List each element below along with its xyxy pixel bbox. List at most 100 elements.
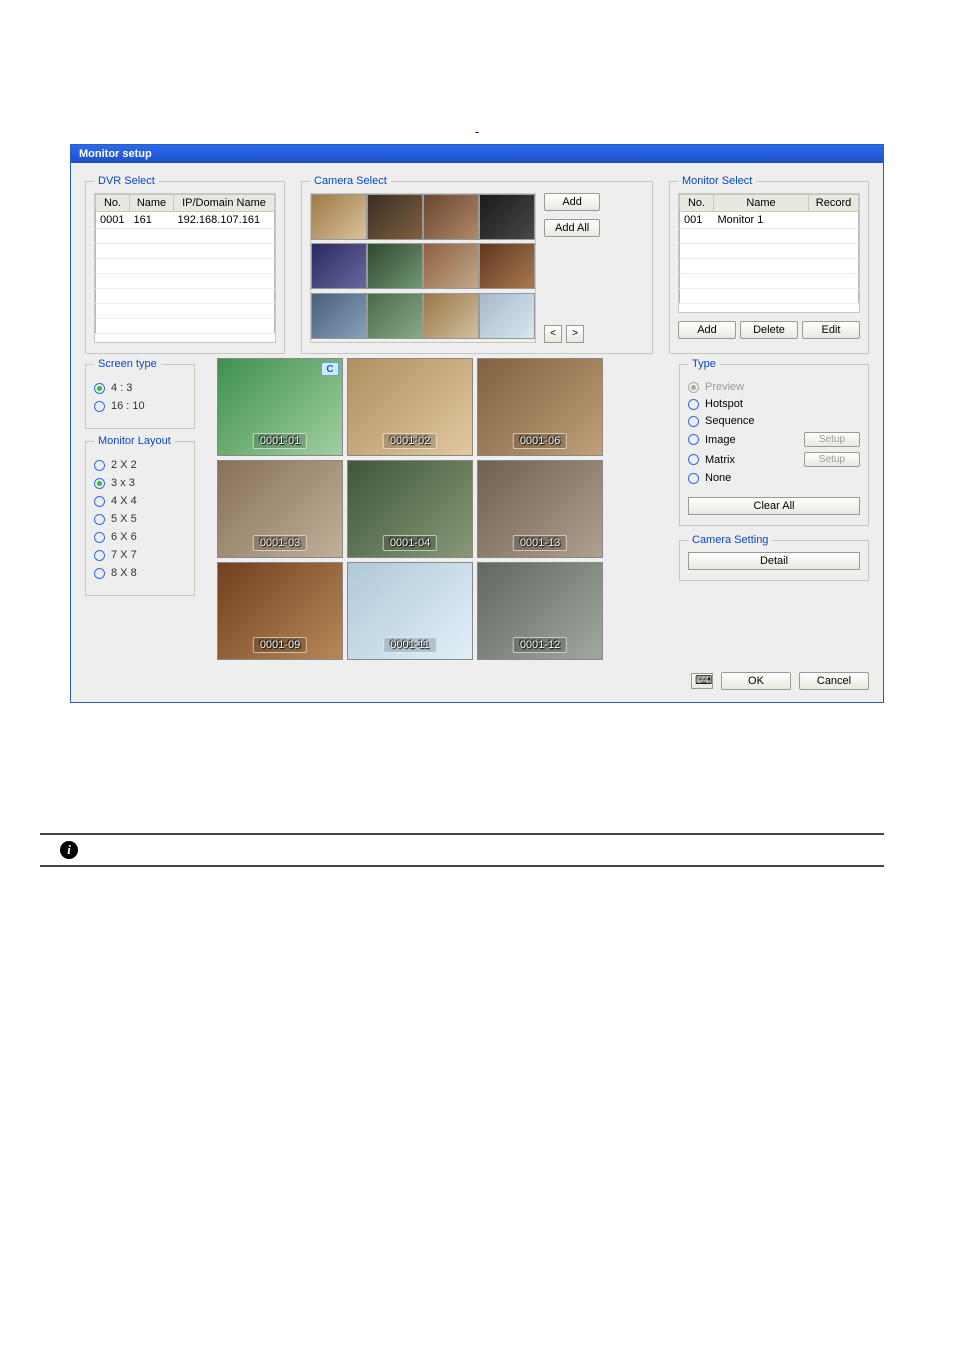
radio-label: 16 : 10 bbox=[111, 400, 145, 412]
preview-cell[interactable]: 0001-09 bbox=[217, 562, 343, 660]
monitor-edit-button[interactable]: Edit bbox=[802, 321, 860, 339]
radio-icon bbox=[688, 473, 699, 484]
monitor-layout-option[interactable]: 8 X 8 bbox=[94, 567, 186, 579]
monitor-layout-option[interactable]: 7 X 7 bbox=[94, 549, 186, 561]
monitor-delete-button[interactable]: Delete bbox=[740, 321, 798, 339]
camera-thumb[interactable] bbox=[479, 243, 535, 289]
camera-thumb[interactable] bbox=[311, 243, 367, 289]
table-row[interactable]: 0001 161 192.168.107.161 bbox=[96, 212, 275, 229]
radio-icon bbox=[688, 416, 699, 427]
radio-label: None bbox=[705, 472, 731, 484]
monitor-table[interactable]: No. Name Record 001 Monitor 1 bbox=[678, 193, 860, 313]
monitor-layout-option[interactable]: 5 X 5 bbox=[94, 513, 186, 525]
detail-button[interactable]: Detail bbox=[688, 552, 860, 570]
camera-thumb[interactable] bbox=[479, 293, 535, 339]
monitor-setup-dialog: Monitor setup DVR Select No. Name IP/Dom… bbox=[70, 144, 884, 703]
preview-cell[interactable]: 0001-02 bbox=[347, 358, 473, 456]
radio-label: 7 X 7 bbox=[111, 549, 137, 561]
radio-label: Matrix bbox=[705, 454, 735, 466]
setup-button[interactable]: Setup bbox=[804, 432, 860, 447]
monitor-select-legend: Monitor Select bbox=[678, 175, 756, 187]
radio-label: 4 : 3 bbox=[111, 382, 132, 394]
dvr-select-legend: DVR Select bbox=[94, 175, 159, 187]
camera-thumb[interactable] bbox=[423, 194, 479, 240]
preview-cell-label: 0001-13 bbox=[513, 535, 567, 551]
camera-thumb[interactable] bbox=[311, 194, 367, 240]
radio-label: 4 X 4 bbox=[111, 495, 137, 507]
radio-icon bbox=[688, 454, 699, 465]
cancel-button[interactable]: Cancel bbox=[799, 672, 869, 690]
camera-thumb[interactable] bbox=[423, 293, 479, 339]
setup-button[interactable]: Setup bbox=[804, 452, 860, 467]
radio-icon bbox=[688, 434, 699, 445]
type-option[interactable]: Matrix Setup bbox=[688, 452, 860, 467]
radio-label: Preview bbox=[705, 381, 744, 393]
camera-thumb[interactable] bbox=[367, 194, 423, 240]
monitor-layout-group: Monitor Layout 2 X 23 x 34 X 45 X 56 X 6… bbox=[85, 435, 195, 596]
monitor-layout-option[interactable]: 6 X 6 bbox=[94, 531, 186, 543]
type-option[interactable]: Image Setup bbox=[688, 432, 860, 447]
preview-cell-label: 0001-06 bbox=[513, 433, 567, 449]
camera-thumb[interactable] bbox=[367, 243, 423, 289]
screen-type-option[interactable]: 4 : 3 bbox=[94, 382, 186, 394]
radio-icon bbox=[94, 514, 105, 525]
preview-cell[interactable]: 0001-11 bbox=[347, 562, 473, 660]
type-option[interactable]: None bbox=[688, 472, 860, 484]
preview-cell-label: 0001-04 bbox=[383, 535, 437, 551]
radio-icon bbox=[94, 401, 105, 412]
add-all-cameras-button[interactable]: Add All bbox=[544, 219, 600, 237]
screen-type-option[interactable]: 16 : 10 bbox=[94, 400, 186, 412]
type-option[interactable]: Sequence bbox=[688, 415, 860, 427]
dvr-header-name: Name bbox=[130, 195, 174, 212]
dvr-table[interactable]: No. Name IP/Domain Name 0001 161 192.168… bbox=[94, 193, 276, 343]
dvr-header-ip: IP/Domain Name bbox=[174, 195, 275, 212]
camera-thumb[interactable] bbox=[311, 293, 367, 339]
radio-icon bbox=[94, 460, 105, 471]
monitor-header-name: Name bbox=[714, 195, 809, 212]
dvr-select-group: DVR Select No. Name IP/Domain Name bbox=[85, 175, 285, 354]
camera-thumbs bbox=[310, 193, 536, 343]
preview-cell-label: 0001-01 bbox=[253, 433, 307, 449]
prev-page-button[interactable]: < bbox=[544, 325, 562, 343]
add-camera-button[interactable]: Add bbox=[544, 193, 600, 211]
camera-setting-legend: Camera Setting bbox=[688, 534, 772, 546]
radio-icon bbox=[94, 568, 105, 579]
keyboard-icon[interactable] bbox=[691, 673, 713, 689]
radio-label: Hotspot bbox=[705, 398, 743, 410]
camera-select-group: Camera Select bbox=[301, 175, 653, 354]
ok-button[interactable]: OK bbox=[721, 672, 791, 690]
table-row[interactable]: 001 Monitor 1 bbox=[680, 212, 859, 229]
radio-label: Sequence bbox=[705, 415, 755, 427]
radio-label: Image bbox=[705, 434, 736, 446]
radio-icon bbox=[688, 399, 699, 410]
preview-cell[interactable]: 0001-04 bbox=[347, 460, 473, 558]
page-link[interactable] bbox=[0, 0, 954, 144]
preview-cell-label: 0001-09 bbox=[253, 637, 307, 653]
preview-cell[interactable]: 0001-06 bbox=[477, 358, 603, 456]
next-page-button[interactable]: > bbox=[566, 325, 584, 343]
monitor-layout-option[interactable]: 3 x 3 bbox=[94, 477, 186, 489]
monitor-layout-option[interactable]: 2 X 2 bbox=[94, 459, 186, 471]
monitor-select-group: Monitor Select No. Name Record bbox=[669, 175, 869, 354]
preview-cell[interactable]: 0001-03 bbox=[217, 460, 343, 558]
preview-cell[interactable]: 0001-12 bbox=[477, 562, 603, 660]
camera-thumb[interactable] bbox=[367, 293, 423, 339]
preview-cell[interactable]: C 0001-01 bbox=[217, 358, 343, 456]
monitor-add-button[interactable]: Add bbox=[678, 321, 736, 339]
preview-cell[interactable]: 0001-13 bbox=[477, 460, 603, 558]
dvr-header-no: No. bbox=[96, 195, 130, 212]
type-group: Type PreviewHotspotSequenceImageSetupMat… bbox=[679, 358, 869, 526]
monitor-layout-option[interactable]: 4 X 4 bbox=[94, 495, 186, 507]
radio-label: 5 X 5 bbox=[111, 513, 137, 525]
info-icon: i bbox=[60, 841, 78, 859]
monitor-header-no: No. bbox=[680, 195, 714, 212]
refresh-icon[interactable]: C bbox=[321, 362, 339, 376]
camera-thumb[interactable] bbox=[423, 243, 479, 289]
radio-icon bbox=[94, 478, 105, 489]
type-option[interactable]: Hotspot bbox=[688, 398, 860, 410]
camera-thumb[interactable] bbox=[479, 194, 535, 240]
clear-all-button[interactable]: Clear All bbox=[688, 497, 860, 515]
preview-cell-label: 0001-12 bbox=[513, 637, 567, 653]
preview-area: C 0001-01 0001-02 0001-06 0001-03 0001-04 0001… bbox=[211, 358, 663, 660]
radio-icon bbox=[688, 382, 699, 393]
